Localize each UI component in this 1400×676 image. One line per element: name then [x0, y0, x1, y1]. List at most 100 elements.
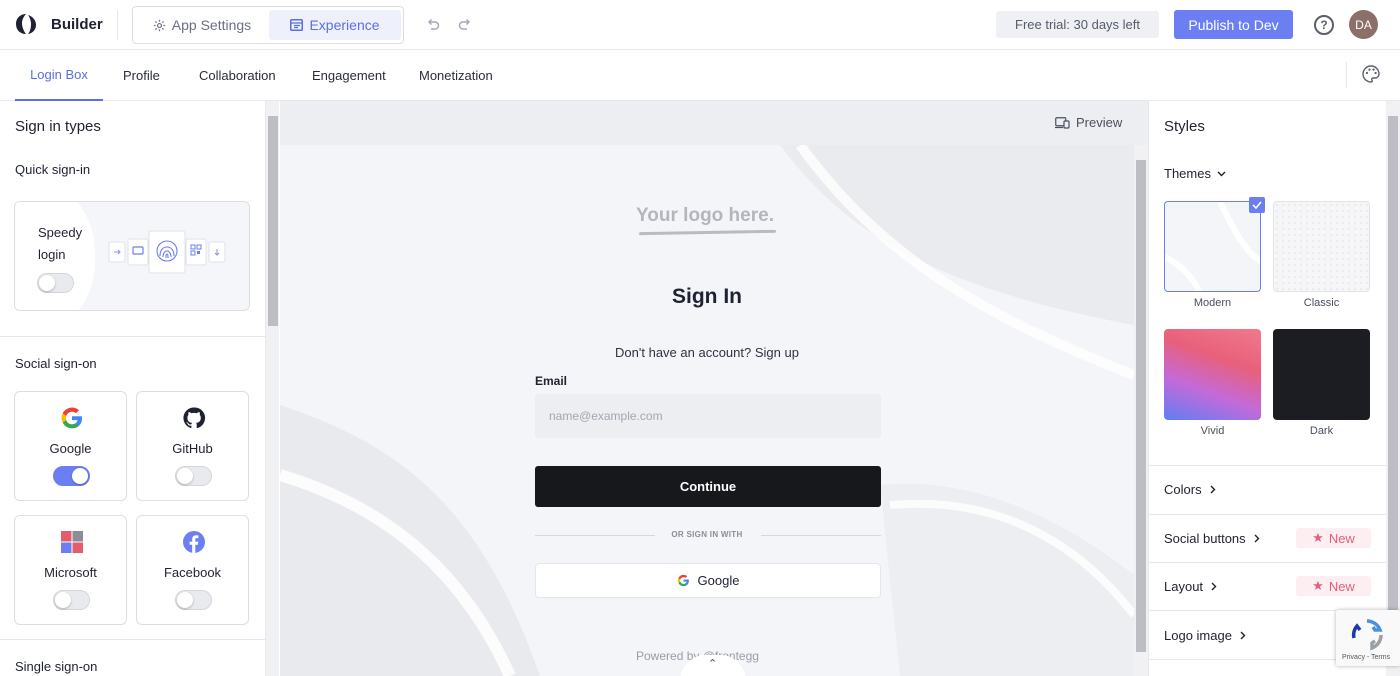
google-icon	[61, 407, 82, 429]
tab-collaboration[interactable]: Collaboration	[199, 50, 276, 101]
colors-section[interactable]: Colors	[1164, 482, 1216, 497]
tab-profile[interactable]: Profile	[123, 50, 160, 101]
social-buttons-section[interactable]: Social buttons	[1164, 531, 1260, 546]
star-icon: ★	[1312, 530, 1324, 545]
scrollbar-thumb[interactable]	[268, 116, 278, 326]
preview-scrollbar[interactable]	[1134, 145, 1148, 676]
section-label: Logo image	[1164, 628, 1232, 643]
section-label: Social buttons	[1164, 531, 1246, 546]
microsoft-provider-card[interactable]: Microsoft	[14, 515, 127, 625]
top-bar: Builder App Settings Experience Free tri…	[0, 0, 1400, 50]
devices-icon	[1055, 116, 1070, 129]
experience-label: Experience	[309, 17, 380, 33]
continue-button[interactable]: Continue	[535, 466, 881, 507]
preview-toolbar: Preview	[280, 101, 1148, 145]
new-badge: ★ New	[1296, 576, 1371, 596]
app-settings-label: App Settings	[171, 17, 252, 33]
email-field[interactable]	[535, 394, 881, 438]
login-preview: Preview Your logo here. Sign In Don't ha…	[280, 101, 1148, 676]
signin-title: Sign In	[672, 285, 742, 308]
recaptcha-badge[interactable]: Privacy - Terms	[1336, 610, 1400, 666]
styles-panel: Styles Themes Modern Classic Vivid Dark …	[1148, 101, 1386, 676]
chevron-right-icon	[1254, 534, 1260, 543]
trial-badge[interactable]: Free trial: 30 days left	[996, 11, 1159, 38]
recaptcha-icon	[1351, 619, 1383, 651]
facebook-provider-card[interactable]: Facebook	[136, 515, 249, 625]
tab-engagement[interactable]: Engagement	[312, 50, 386, 101]
theme-label: Dark	[1309, 425, 1334, 437]
recaptcha-links[interactable]: Privacy - Terms	[1342, 654, 1390, 661]
divider	[117, 10, 118, 40]
new-badge: ★ New	[1296, 528, 1371, 548]
signup-link[interactable]: Don't have an account? Sign up	[280, 345, 1134, 360]
provider-label: Microsoft	[44, 565, 97, 580]
themes-heading: Themes	[1164, 166, 1211, 181]
section-label: Colors	[1164, 482, 1202, 497]
preview-button[interactable]: Preview	[1055, 115, 1122, 130]
publish-button[interactable]: Publish to Dev	[1174, 10, 1293, 39]
theme-dark[interactable]	[1273, 329, 1370, 420]
google-button-label: Google	[697, 573, 740, 588]
chevron-up-icon: ⌃	[708, 658, 718, 670]
passwordless-methods-illustration	[108, 230, 226, 274]
help-icon[interactable]: ?	[1314, 15, 1334, 35]
divider	[1149, 562, 1386, 563]
chevron-right-icon	[1211, 582, 1217, 591]
chevron-down-icon	[1217, 171, 1226, 176]
themes-toggle[interactable]: Themes	[1164, 166, 1226, 181]
layout-icon	[290, 19, 304, 31]
chevron-right-icon	[1240, 631, 1246, 640]
login-box-canvas: Your logo here. Sign In Don't have an ac…	[280, 145, 1134, 676]
theme-label: Modern	[1193, 297, 1232, 309]
social-signon-heading: Social sign-on	[15, 356, 97, 371]
google-toggle[interactable]	[53, 466, 90, 486]
gear-icon	[153, 19, 165, 31]
preview-label: Preview	[1076, 115, 1123, 130]
tab-monetization[interactable]: Monetization	[419, 50, 493, 101]
google-signin-button[interactable]: Google	[535, 563, 881, 598]
scrollbar-thumb[interactable]	[1136, 160, 1146, 652]
speedy-login-card[interactable]: Speedy login	[14, 201, 250, 311]
theme-modern[interactable]	[1164, 201, 1261, 292]
styles-panel-scrollbar[interactable]	[1386, 101, 1400, 676]
panel-title: Sign in types	[15, 118, 101, 135]
avatar[interactable]: DA	[1349, 10, 1378, 39]
speedy-login-label: Speedy login	[38, 225, 83, 262]
logo-placeholder: Your logo here.	[636, 205, 774, 226]
theme-classic[interactable]	[1273, 201, 1370, 292]
experience-tab[interactable]: Experience	[269, 10, 401, 40]
tab-login-box[interactable]: Login Box	[15, 50, 103, 101]
builder-tabs: Login Box Profile Collaboration Engageme…	[0, 50, 1400, 101]
divider	[1149, 465, 1386, 466]
divider	[0, 336, 265, 337]
selected-check-icon	[1249, 197, 1265, 213]
email-label: Email	[535, 374, 568, 388]
divider	[0, 639, 265, 640]
scrollbar-thumb[interactable]	[1388, 116, 1398, 616]
theme-label: Classic	[1303, 297, 1340, 309]
section-label: Layout	[1164, 579, 1204, 594]
chevron-right-icon	[1210, 485, 1216, 494]
redo-icon[interactable]	[457, 16, 473, 32]
microsoft-toggle[interactable]	[53, 590, 90, 610]
google-provider-card[interactable]: Google	[14, 391, 127, 501]
undo-icon[interactable]	[425, 16, 441, 32]
github-icon	[183, 407, 206, 429]
facebook-toggle[interactable]	[175, 590, 212, 610]
github-provider-card[interactable]: GitHub	[136, 391, 249, 501]
speedy-login-toggle[interactable]	[37, 273, 74, 293]
app-settings-tab[interactable]: App Settings	[137, 10, 267, 40]
logo-image-section[interactable]: Logo image	[1164, 628, 1246, 643]
app-title: Builder	[51, 16, 103, 33]
quick-signin-heading: Quick sign-in	[15, 162, 91, 177]
or-divider-text: OR SIGN IN WITH	[671, 530, 743, 539]
palette-icon[interactable]	[1361, 64, 1381, 84]
divider	[1346, 62, 1347, 88]
theme-vivid[interactable]	[1164, 329, 1261, 420]
provider-label: Google	[49, 441, 92, 456]
app-logo-icon[interactable]	[14, 12, 38, 36]
left-panel-scrollbar[interactable]	[265, 101, 279, 676]
sign-in-types-panel: Sign in types Quick sign-in Speedy login…	[0, 101, 265, 676]
github-toggle[interactable]	[175, 466, 212, 486]
layout-section[interactable]: Layout	[1164, 579, 1217, 594]
